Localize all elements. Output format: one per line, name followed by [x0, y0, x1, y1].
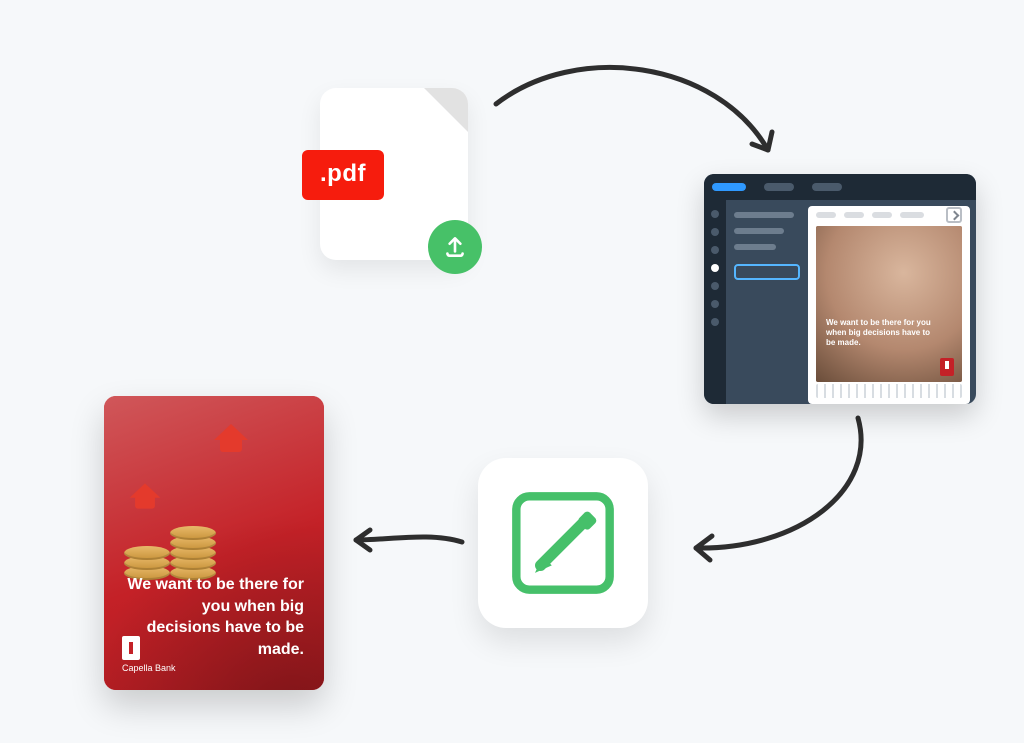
editor-side-panel: [726, 200, 808, 404]
brand-name-text: Capella Bank: [122, 664, 176, 674]
editor-canvas[interactable]: We want to be there for you when big dec…: [816, 226, 962, 382]
page-fold-icon: [424, 88, 468, 132]
output-creative-card: We want to be there for you when big dec…: [104, 396, 324, 690]
canvas-top-bar: [808, 206, 970, 224]
editor-tab-active[interactable]: [712, 183, 746, 191]
arrow-editor-to-edit: [668, 410, 878, 570]
house-icon: [130, 483, 161, 508]
next-icon[interactable]: [946, 207, 962, 223]
canvas-headline-text: We want to be there for you when big dec…: [826, 318, 936, 348]
arrow-edit-to-output: [340, 520, 470, 560]
editor-app-window: We want to be there for you when big dec…: [704, 174, 976, 404]
arrow-pdf-to-editor: [486, 50, 786, 190]
canvas-segment: [900, 212, 924, 218]
coin-stack-icon: [124, 528, 170, 580]
house-icon: [214, 424, 248, 452]
pdf-extension-badge: .pdf: [302, 150, 384, 200]
workflow-diagram: .pdf: [0, 0, 1024, 743]
canvas-segment: [816, 212, 836, 218]
editor-tab-bar: [704, 174, 976, 200]
pencil-frame-icon: [507, 487, 619, 599]
tool-dot[interactable]: [711, 228, 719, 236]
tool-dot[interactable]: [711, 282, 719, 290]
side-field: [734, 244, 776, 250]
brand-mark-icon: [122, 636, 140, 660]
smart-edit-tile: [478, 458, 648, 628]
editor-tab[interactable]: [764, 183, 794, 191]
editor-tab[interactable]: [812, 183, 842, 191]
canvas-brand-mark: [940, 358, 954, 376]
timeline-ruler: [816, 384, 962, 398]
pdf-file-card: .pdf: [320, 88, 468, 260]
editor-canvas-area: We want to be there for you when big dec…: [808, 206, 970, 404]
canvas-segment: [872, 212, 892, 218]
output-brand: Capella Bank: [122, 636, 176, 674]
tool-dot[interactable]: [711, 318, 719, 326]
canvas-segment: [844, 212, 864, 218]
tool-dot[interactable]: [711, 300, 719, 308]
side-text-input[interactable]: [734, 264, 800, 280]
tool-dot[interactable]: [711, 246, 719, 254]
tool-dot[interactable]: [711, 210, 719, 218]
side-field: [734, 212, 794, 218]
upload-icon: [428, 220, 482, 274]
coin-stack-icon: [170, 508, 216, 580]
editor-tool-rail: [704, 200, 726, 404]
tool-dot-active[interactable]: [711, 264, 719, 272]
side-field: [734, 228, 784, 234]
